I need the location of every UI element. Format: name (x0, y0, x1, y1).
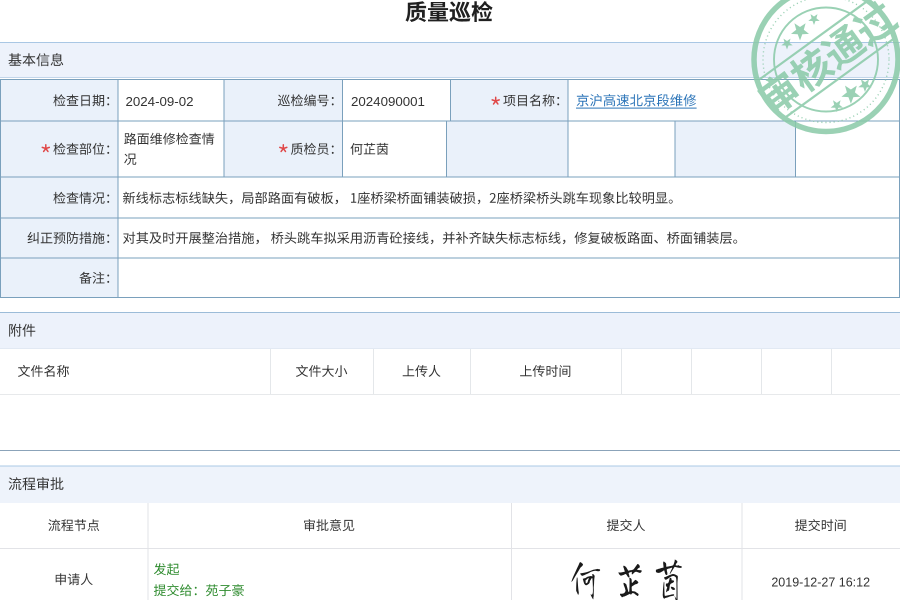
svg-text:2024-09-02: 2024-09-02 (126, 94, 194, 109)
svg-text:2019-12-27 16:12: 2019-12-27 16:12 (771, 576, 870, 590)
svg-text:2024090001: 2024090001 (351, 94, 425, 109)
